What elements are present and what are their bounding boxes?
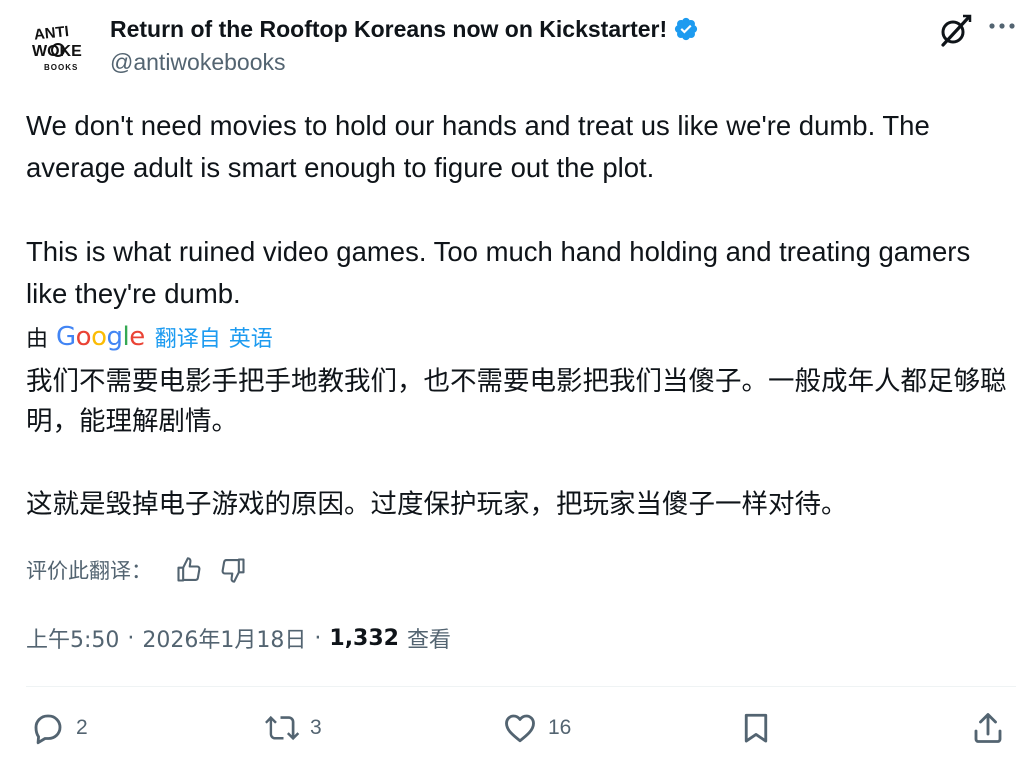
- repost-button[interactable]: 3: [264, 705, 322, 751]
- avatar-logo-line3: BOOKS: [44, 63, 78, 72]
- anti-woke-logo-icon: ANTI WOKE BOOKS: [32, 23, 82, 72]
- views-label: 查看: [406, 628, 451, 653]
- tweet-text: We don't need movies to hold our hands a…: [26, 105, 1011, 315]
- rate-translation: 评价此翻译：: [26, 553, 262, 587]
- author-names: Return of the Rooftop Koreans now on Kic…: [110, 14, 699, 76]
- avatar-logo-line2: WOKE: [32, 43, 82, 60]
- share-icon: [974, 713, 1002, 743]
- tweet-paragraph: This is what ruined video games. Too muc…: [26, 236, 971, 309]
- translated-text: 我们不需要电影手把手地教我们，也不需要电影把我们当傻子。一般成年人都足够聪明，能…: [26, 362, 1011, 525]
- grok-icon[interactable]: [936, 12, 974, 50]
- source-language: 英语: [228, 327, 273, 352]
- translated-paragraph: 这就是毁掉电子游戏的原因。过度保护玩家，把玩家当傻子一样对待。: [26, 489, 848, 520]
- rate-translation-label: 评价此翻译：: [26, 559, 152, 583]
- thumbs-down-icon[interactable]: [218, 555, 248, 585]
- avatar[interactable]: ANTI WOKE BOOKS: [30, 18, 88, 76]
- translated-from-label: 翻译自: [154, 327, 221, 352]
- reply-icon: [34, 714, 62, 745]
- author-handle[interactable]: @antiwokebooks: [110, 49, 699, 76]
- verified-badge-icon[interactable]: [673, 16, 699, 42]
- google-logo: Google: [56, 322, 145, 352]
- more-options-icon[interactable]: [986, 12, 1018, 44]
- share-button[interactable]: [970, 705, 1006, 751]
- avatar-logo-line1: ANTI: [33, 23, 70, 44]
- display-name[interactable]: Return of the Rooftop Koreans now on Kic…: [110, 16, 667, 43]
- reply-button[interactable]: 2: [30, 705, 88, 751]
- translation-attribution: 由 Google 翻译自 英语: [26, 318, 273, 356]
- translated-by-label: 由: [26, 327, 49, 352]
- bookmark-icon: [744, 713, 768, 743]
- views-count: 1,332: [329, 625, 399, 651]
- repost-icon: [265, 715, 300, 741]
- heart-icon: [505, 714, 535, 743]
- reply-count: 2: [76, 716, 88, 739]
- divider: [26, 686, 1016, 687]
- meta-separator: ·: [314, 625, 322, 651]
- like-count: 16: [548, 716, 572, 739]
- tweet-time[interactable]: 上午5:50: [26, 622, 119, 654]
- translated-from-link[interactable]: 翻译自 英语: [155, 321, 273, 353]
- bookmark-button[interactable]: [738, 705, 774, 751]
- tweet-date[interactable]: 2026年1月18日: [142, 622, 306, 654]
- like-button[interactable]: 16: [502, 705, 571, 751]
- action-bar: 2 3 16: [30, 705, 1010, 751]
- tweet-header: ANTI WOKE BOOKS Return of the Rooftop Ko…: [26, 12, 1016, 82]
- translated-paragraph: 我们不需要电影手把手地教我们，也不需要电影把我们当傻子。一般成年人都足够聪明，能…: [26, 366, 1007, 437]
- tweet-meta: 上午5:50 · 2026年1月18日 · 1,332 查看: [26, 620, 451, 656]
- meta-separator: ·: [127, 625, 135, 651]
- repost-count: 3: [310, 716, 322, 739]
- tweet-paragraph: We don't need movies to hold our hands a…: [26, 110, 930, 183]
- thumbs-up-icon[interactable]: [174, 555, 204, 585]
